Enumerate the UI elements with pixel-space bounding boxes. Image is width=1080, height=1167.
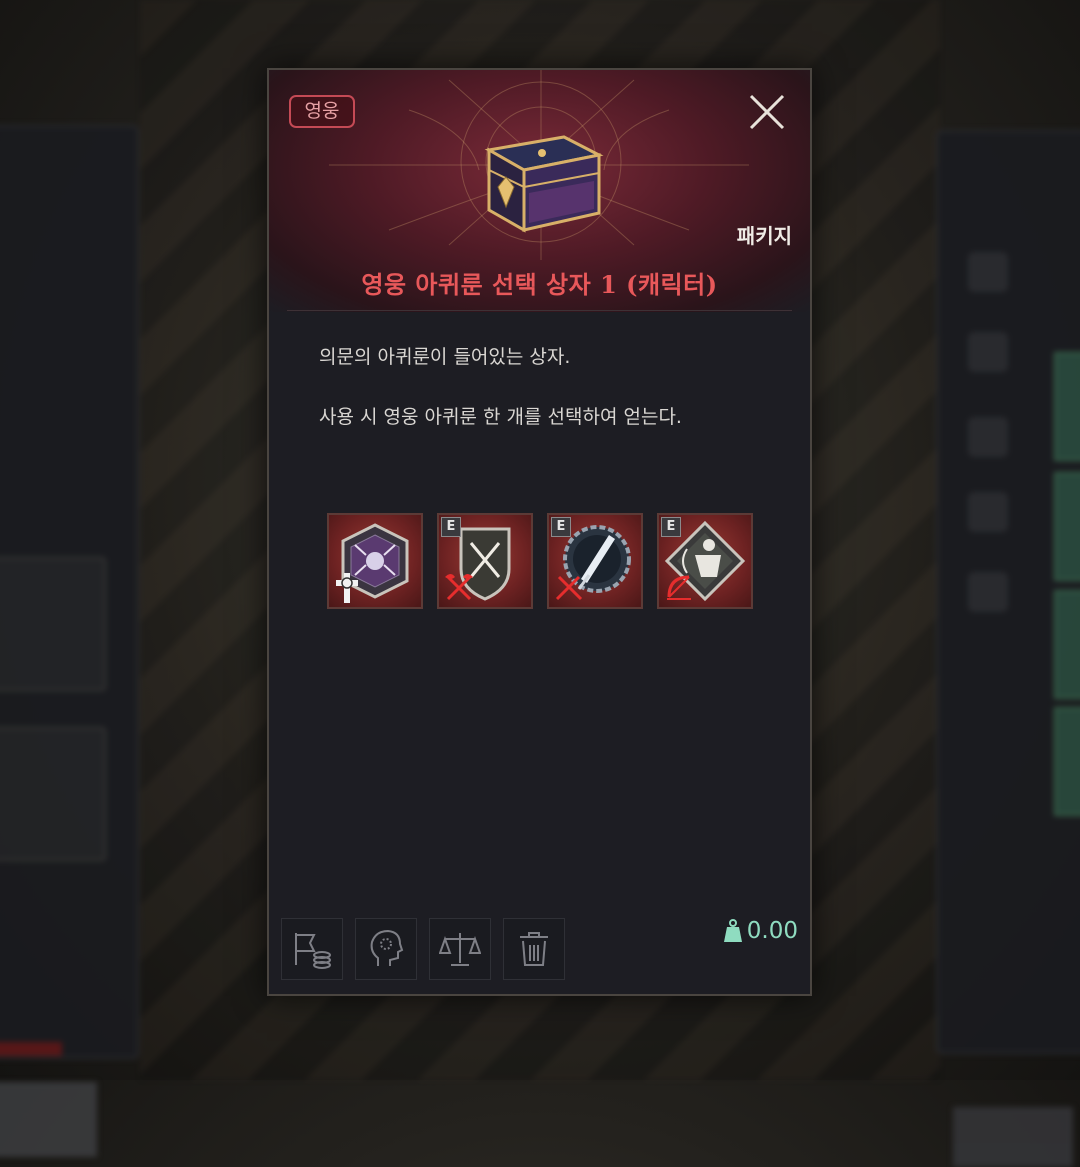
weight-icon (723, 919, 742, 942)
description-line: 의문의 아퀴룬이 들어있는 상자. (319, 346, 571, 368)
scale-icon (439, 933, 481, 966)
discard-button[interactable] (503, 918, 565, 980)
close-button[interactable] (745, 90, 789, 134)
action-bar (281, 918, 565, 980)
bow-class-icon (667, 575, 691, 600)
rune-choices: E E E (327, 513, 753, 609)
close-icon (749, 94, 785, 130)
sell-icon (295, 933, 331, 969)
tier-badge: E (551, 517, 571, 537)
head-gear-icon (370, 929, 404, 966)
rarity-badge: 영웅 (289, 95, 355, 128)
rune-option-1[interactable] (327, 513, 423, 609)
item-title: 영웅 아퀴룬 선택 상자 1 (캐릭터) (361, 270, 718, 299)
rune-option-3[interactable]: E (547, 513, 643, 609)
description-line: 사용 시 영웅 아퀴룬 한 개를 선택하여 얻는다. (319, 406, 682, 428)
axe-class-icon (445, 574, 473, 601)
title-divider (287, 310, 792, 311)
rune-option-2[interactable]: E (437, 513, 533, 609)
skill-button[interactable] (355, 918, 417, 980)
chest-icon (484, 135, 604, 233)
item-category: 패키지 (736, 224, 792, 248)
weight-value: 0.00 (746, 918, 798, 944)
tier-badge: E (661, 517, 681, 537)
tooltip-header: 영웅 패키지 영웅 아퀴룬 선택 상자 1 (캐릭터) (269, 70, 810, 312)
item-tooltip-panel: 영웅 패키지 영웅 아퀴룬 선택 상자 1 (캐릭터) 의문의 아퀴룬이 들어있… (267, 68, 812, 996)
sell-button[interactable] (281, 918, 343, 980)
sword-class-icon (555, 575, 583, 601)
rune-option-4[interactable]: E (657, 513, 753, 609)
item-description: 의문의 아퀴룬이 들어있는 상자. 사용 시 영웅 아퀴룬 한 개를 선택하여 … (319, 342, 759, 462)
cross-class-icon (336, 573, 358, 603)
item-weight: 0.00 (723, 918, 798, 944)
trade-button[interactable] (429, 918, 491, 980)
background-right-panel (936, 130, 1080, 1167)
trash-icon (520, 932, 548, 966)
tier-badge: E (441, 517, 461, 537)
background-left-panel (0, 125, 139, 1157)
